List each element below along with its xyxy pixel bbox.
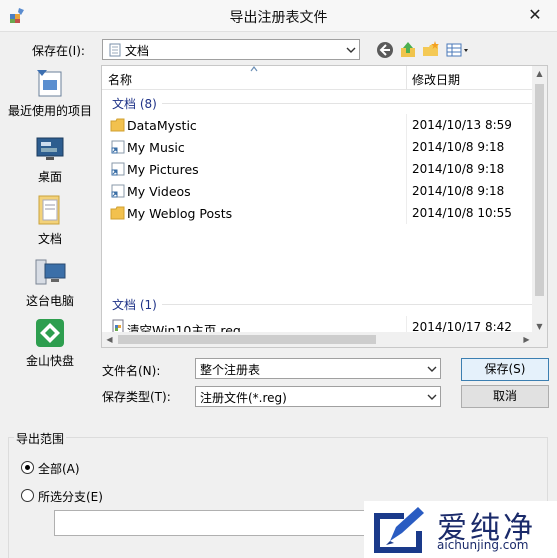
- list-item[interactable]: My Videos 2014/10/8 9:18: [102, 180, 534, 202]
- view-menu-icon[interactable]: [445, 40, 473, 60]
- filetype-value: 注册文件(*.reg): [200, 391, 287, 405]
- kuaipan-icon: [36, 319, 64, 347]
- list-item[interactable]: My Pictures 2014/10/8 9:18: [102, 158, 534, 180]
- place-recent[interactable]: 最近使用的项目: [4, 66, 96, 119]
- vertical-scrollbar[interactable]: ▲ ▼: [532, 66, 547, 334]
- vertical-scroll-thumb[interactable]: [535, 84, 544, 296]
- radio-all-label[interactable]: 全部(A): [38, 460, 80, 477]
- radio-branch-label[interactable]: 所选分支(E): [38, 488, 103, 505]
- save-button[interactable]: 保存(S): [461, 358, 549, 381]
- folder-icon: [110, 118, 125, 132]
- sort-ascending-icon: [250, 66, 258, 72]
- title-bar: 导出注册表文件 ✕: [0, 0, 557, 32]
- chevron-down-icon[interactable]: [426, 392, 438, 402]
- filename-input[interactable]: 整个注册表: [195, 358, 441, 379]
- list-item[interactable]: My Music 2014/10/8 9:18: [102, 136, 534, 158]
- folder-icon: [110, 206, 125, 220]
- group-header[interactable]: 文档 (1): [112, 296, 157, 313]
- shortcut-icon: [111, 140, 125, 154]
- save-in-label: 保存在(I):: [32, 44, 85, 58]
- horizontal-scroll-thumb[interactable]: [118, 335, 376, 344]
- column-date-header[interactable]: 修改日期: [412, 71, 460, 88]
- export-range-title: 导出范围: [14, 430, 67, 447]
- chevron-down-icon: [346, 47, 356, 53]
- shortcut-icon: [111, 184, 125, 198]
- list-item[interactable]: DataMystic 2014/10/13 8:59: [102, 114, 534, 136]
- group-header[interactable]: 文档 (8): [112, 95, 157, 112]
- branch-path-input[interactable]: [54, 510, 370, 536]
- location-value: 文档: [125, 44, 150, 58]
- filetype-select[interactable]: 注册文件(*.reg): [195, 386, 441, 407]
- location-combo[interactable]: 文档: [102, 39, 360, 60]
- up-folder-icon[interactable]: [398, 40, 418, 60]
- close-button[interactable]: ✕: [523, 4, 547, 26]
- documents-icon: [38, 195, 60, 225]
- recent-icon: [37, 70, 62, 97]
- places-bar: 最近使用的项目 桌面 文档 这台电脑 金山快盘: [4, 62, 96, 372]
- filename-label: 文件名(N):: [102, 364, 161, 378]
- watermark-url: aichunjing.com: [437, 538, 529, 552]
- scroll-left-icon[interactable]: ◀: [102, 332, 117, 347]
- file-list[interactable]: 名称 修改日期 文档 (8) DataMystic 2014/10/13 8:5…: [101, 65, 548, 348]
- list-header: 名称 修改日期: [102, 66, 534, 90]
- cancel-button[interactable]: 取消: [461, 385, 549, 408]
- filetype-label: 保存类型(T):: [102, 390, 171, 404]
- chevron-down-icon[interactable]: [426, 364, 438, 374]
- list-item[interactable]: My Weblog Posts 2014/10/8 10:55: [102, 202, 534, 224]
- radio-selected-branch[interactable]: [21, 489, 34, 502]
- place-kuaipan[interactable]: 金山快盘: [4, 316, 96, 369]
- radio-all[interactable]: [21, 461, 34, 474]
- new-folder-icon[interactable]: [421, 40, 441, 60]
- watermark-logo-icon: [374, 507, 424, 553]
- back-icon[interactable]: [375, 40, 395, 60]
- place-documents[interactable]: 文档: [4, 192, 96, 247]
- place-this-pc[interactable]: 这台电脑: [4, 256, 96, 309]
- filename-value: 整个注册表: [200, 363, 261, 377]
- documents-small-icon: [109, 43, 121, 57]
- window-title: 导出注册表文件: [229, 10, 328, 26]
- horizontal-scrollbar[interactable]: ◀ ▶: [102, 332, 534, 347]
- shortcut-icon: [111, 162, 125, 176]
- scroll-up-icon[interactable]: ▲: [532, 66, 547, 81]
- desktop-icon: [36, 137, 64, 160]
- computer-icon: [35, 259, 66, 285]
- place-desktop[interactable]: 桌面: [4, 132, 96, 185]
- column-name-header[interactable]: 名称: [108, 71, 132, 88]
